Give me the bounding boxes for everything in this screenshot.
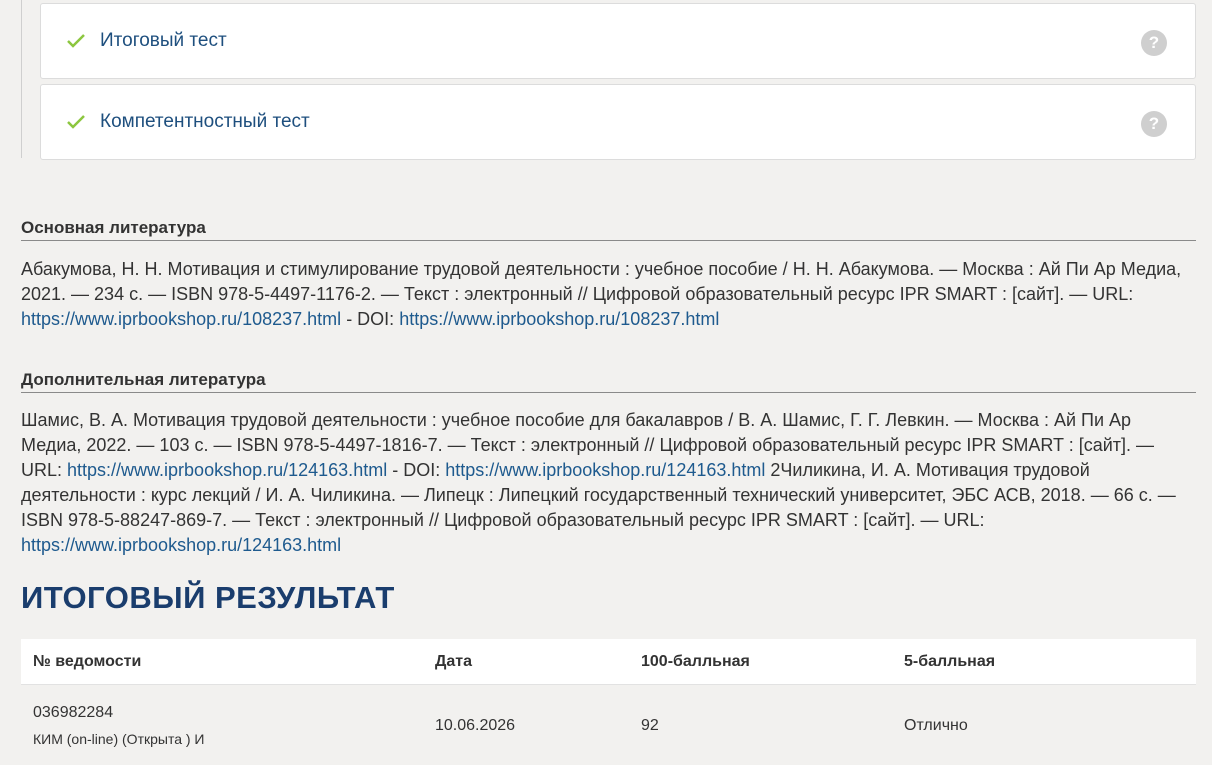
test-title[interactable]: Компетентностный тест bbox=[100, 111, 310, 133]
section-rail bbox=[21, 0, 22, 158]
result-table: № ведомости Дата 100-балльная 5-балльная… bbox=[21, 639, 1196, 765]
doi-link[interactable]: https://www.iprbookshop.ru/108237.html bbox=[399, 309, 719, 329]
test-item-competence[interactable]: Компетентностный тест ? bbox=[40, 84, 1196, 160]
sheet-date: 10.06.2026 bbox=[435, 717, 516, 734]
doi-link[interactable]: https://www.iprbookshop.ru/124163.html bbox=[445, 460, 765, 480]
test-title[interactable]: Итоговый тест bbox=[100, 30, 227, 52]
header-score100: 100-балльная bbox=[641, 653, 750, 670]
reference-link[interactable]: https://www.iprbookshop.ru/124163.html bbox=[67, 460, 387, 480]
header-date: Дата bbox=[435, 653, 473, 670]
doi-label: - DOI: bbox=[387, 460, 446, 480]
reference-link[interactable]: https://www.iprbookshop.ru/124163.html bbox=[21, 535, 341, 555]
extra-literature-entry: Шамис, В. А. Мотивация трудовой деятельн… bbox=[21, 408, 1196, 558]
help-icon[interactable]: ? bbox=[1141, 111, 1167, 137]
score-100: 92 bbox=[641, 717, 659, 734]
score-5: Отлично bbox=[904, 717, 968, 734]
checkmark-icon bbox=[65, 30, 87, 52]
header-score5: 5-балльная bbox=[904, 653, 996, 670]
sheet-number: 036982284 bbox=[33, 704, 114, 721]
header-number: № ведомости bbox=[33, 653, 142, 670]
test-item-final[interactable]: Итоговый тест ? bbox=[40, 3, 1196, 79]
table-row: 036982284 КИМ (on-line) (Открыта ) И 10.… bbox=[21, 685, 1196, 765]
table-header: № ведомости Дата 100-балльная 5-балльная bbox=[21, 639, 1196, 685]
result-title: ИТОГОВЫЙ РЕЗУЛЬТАТ bbox=[21, 580, 395, 615]
help-icon[interactable]: ? bbox=[1141, 30, 1167, 56]
reference-text: Абакумова, Н. Н. Мотивация и стимулирова… bbox=[21, 259, 1182, 304]
sheet-type: КИМ (on-line) (Открыта ) И bbox=[33, 731, 205, 747]
extra-literature-heading: Дополнительная литература bbox=[21, 370, 1196, 393]
checkmark-icon bbox=[65, 111, 87, 133]
doi-label: - DOI: bbox=[341, 309, 400, 329]
reference-link[interactable]: https://www.iprbookshop.ru/108237.html bbox=[21, 309, 341, 329]
main-literature-entry: Абакумова, Н. Н. Мотивация и стимулирова… bbox=[21, 257, 1196, 332]
main-literature-heading: Основная литература bbox=[21, 218, 1196, 241]
